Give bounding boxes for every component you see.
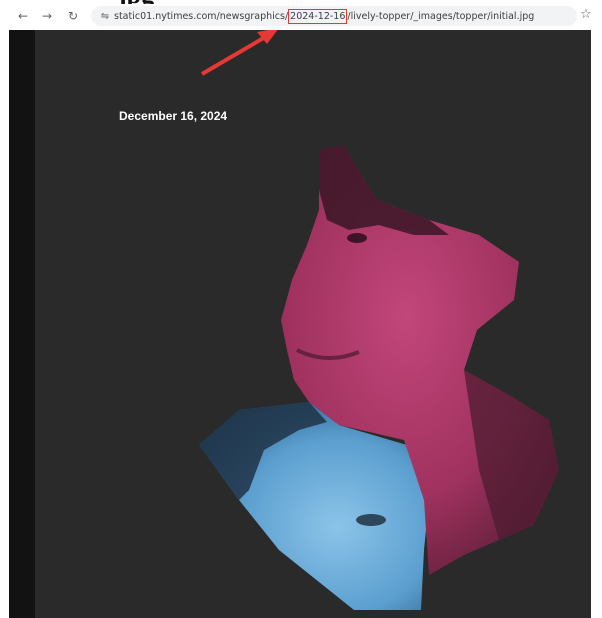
woman-eye bbox=[356, 514, 386, 526]
url-prefix: static01.nytimes.com/newsgraphics/ bbox=[114, 10, 289, 22]
back-icon[interactable]: ← bbox=[14, 7, 32, 25]
url-date-highlight: 2024-12-16 bbox=[288, 8, 348, 24]
address-bar[interactable]: ⇋ static01.nytimes.com/newsgraphics/ 202… bbox=[91, 6, 577, 26]
site-settings-icon[interactable]: ⇋ bbox=[96, 11, 114, 22]
collage-artwork bbox=[199, 30, 559, 610]
bookmark-star-icon[interactable]: ☆ bbox=[580, 7, 592, 22]
topper-image: December 16, 2024 bbox=[9, 30, 591, 618]
forward-icon[interactable]: → bbox=[38, 7, 56, 25]
page-viewport: December 16, 2024 bbox=[0, 30, 602, 618]
man-hair bbox=[319, 145, 449, 235]
man-eye bbox=[347, 233, 367, 243]
date-annotation: December 16, 2024 bbox=[119, 109, 228, 123]
url-suffix: /lively-topper/_images/topper/initial.jp… bbox=[347, 10, 535, 22]
annotation-arrow-shaft bbox=[200, 34, 269, 76]
reload-icon[interactable]: ↻ bbox=[64, 7, 82, 25]
browser-toolbar: ← → ↻ ⇋ static01.nytimes.com/newsgraphic… bbox=[0, 4, 602, 28]
url-text: static01.nytimes.com/newsgraphics/ 2024-… bbox=[114, 8, 535, 24]
